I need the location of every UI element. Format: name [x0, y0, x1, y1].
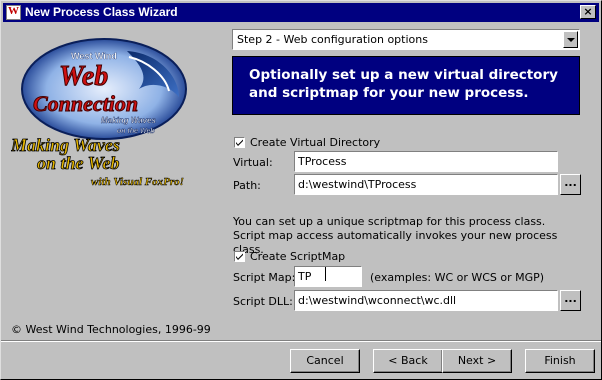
- checkmark-icon: [236, 139, 243, 146]
- text-cursor-icon: [325, 267, 326, 281]
- step-select-value: Step 2 - Web configuration options: [237, 33, 428, 46]
- script-dll-label: Script DLL:: [233, 295, 293, 308]
- app-icon[interactable]: [6, 5, 21, 20]
- script-dll-input[interactable]: d:\westwind\wconnect\wc.dll: [294, 290, 558, 311]
- footer-divider: [1, 340, 601, 342]
- slogan-graphic: Making Waves on the Web with Visual FoxP…: [10, 135, 221, 195]
- create-scriptmap-checkbox[interactable]: [234, 251, 245, 262]
- create-scriptmap-label[interactable]: Create ScriptMap: [250, 250, 345, 263]
- path-input[interactable]: d:\westwind\TProcess: [294, 174, 558, 195]
- script-map-examples: (examples: WC or WCS or MGP): [370, 271, 545, 284]
- browse-path-button[interactable]: ...: [560, 174, 581, 195]
- web-connection-logo: West Wind Web Connection Making Waves on…: [19, 37, 189, 141]
- next-button[interactable]: Next >: [442, 349, 512, 373]
- virtual-label: Virtual:: [233, 156, 273, 169]
- logo-tagline2: on the Web: [117, 128, 155, 135]
- script-map-input[interactable]: TP: [294, 266, 362, 287]
- slogan-line3: with Visual FoxPro!: [91, 176, 184, 188]
- logo-tagline1: Making Waves: [101, 116, 157, 125]
- create-virtual-dir-label[interactable]: Create Virtual Directory: [250, 136, 380, 149]
- logo-line1: West Wind: [71, 51, 117, 61]
- chevron-down-icon[interactable]: [563, 31, 578, 48]
- virtual-input[interactable]: TProcess: [294, 151, 558, 172]
- cancel-button[interactable]: Cancel: [290, 349, 360, 373]
- step-select[interactable]: Step 2 - Web configuration options: [232, 29, 580, 50]
- window-title: New Process Class Wizard: [25, 5, 178, 19]
- finish-button[interactable]: Finish: [525, 349, 595, 373]
- logo-line2: Web: [59, 61, 108, 92]
- close-button[interactable]: ×: [580, 5, 596, 19]
- slogan-line1: Making Waves: [11, 135, 120, 155]
- script-map-label: Script Map:: [233, 271, 296, 284]
- back-button[interactable]: < Back: [373, 349, 443, 373]
- logo-line3: Connection: [33, 91, 138, 116]
- title-bar[interactable]: New Process Class Wizard ×: [3, 3, 599, 22]
- copyright-text: © West Wind Technologies, 1996-99: [11, 323, 211, 336]
- create-virtual-dir-checkbox[interactable]: [234, 137, 245, 148]
- checkmark-icon: [236, 253, 243, 260]
- path-label: Path:: [233, 179, 261, 192]
- wizard-window: New Process Class Wizard × West Wind Web: [0, 0, 602, 380]
- browse-dll-button[interactable]: ...: [560, 290, 581, 311]
- step-banner: Optionally set up a new virtual director…: [232, 56, 580, 115]
- slogan-line2: on the Web: [37, 153, 119, 173]
